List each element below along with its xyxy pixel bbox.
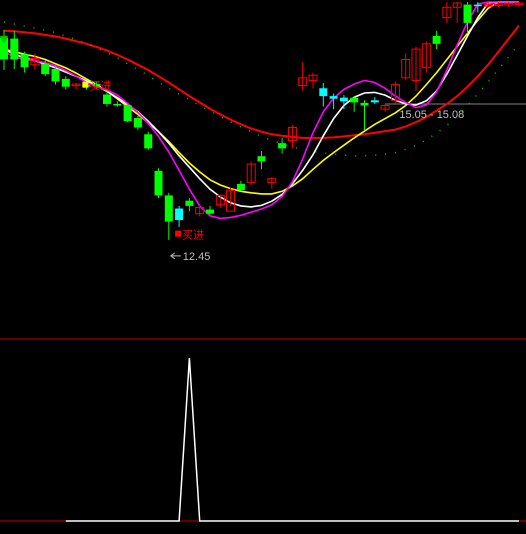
chart-canvas: 买进买进12.4515.05 - 15.08 [0,1,526,522]
candle-body [175,208,184,221]
candle-body [360,102,369,106]
candle-body [473,4,482,7]
signal-marker [82,81,89,88]
ma-line-2 [3,1,519,208]
candle-body [20,54,29,68]
indicator-panel [65,357,519,522]
candle-body [257,156,266,162]
candle-body [154,170,163,196]
candle-body [339,97,348,102]
candle-body [41,63,50,75]
candle-body [350,97,359,103]
signal-label: 买进 [182,229,204,242]
candle-body [123,104,132,122]
candle-body [370,100,379,103]
candle-body [185,200,194,206]
candle-body [329,96,338,99]
candle-body [113,103,122,106]
main-price-panel: 买进买进12.4515.05 - 15.08 [0,1,526,263]
reference-label: 15.05 - 15.08 [399,109,464,121]
signal-label: 买进 [89,80,111,93]
low-label: 12.45 [183,251,211,263]
candle-body [103,94,111,104]
candle-body [10,38,19,60]
candle-body [164,195,173,222]
candle-body [236,183,245,191]
candle-body [51,68,60,82]
signal-marker [175,230,182,237]
candle-body [144,134,153,149]
candle-body [206,209,214,214]
candle-body [61,78,70,87]
candle-body [133,118,142,128]
indicator-line [65,357,519,522]
candle-body [278,143,287,149]
candle-body [432,35,441,44]
candle-body [463,4,472,23]
candle-body [319,88,328,97]
